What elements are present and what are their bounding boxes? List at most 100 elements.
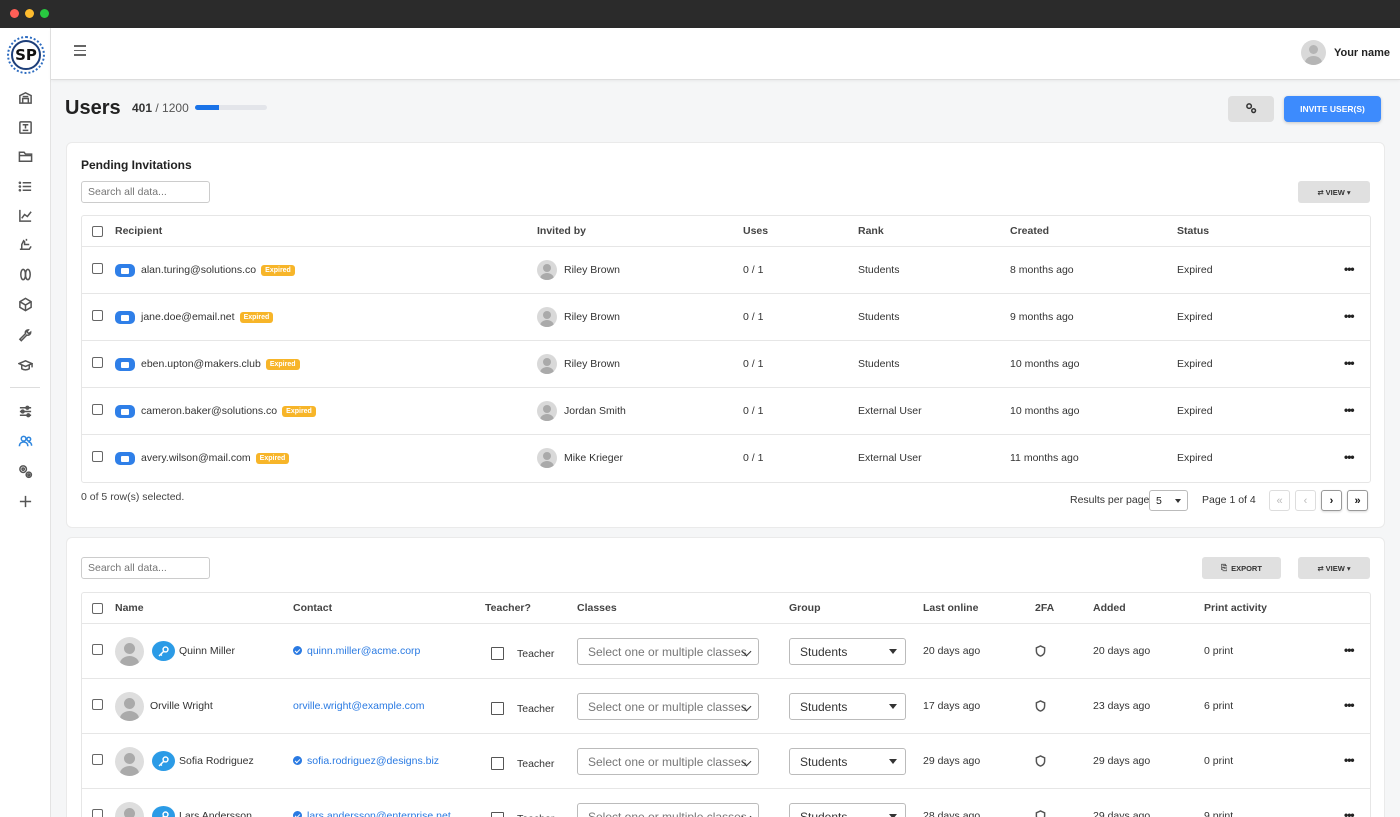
row-checkbox[interactable] bbox=[92, 263, 103, 274]
table-row[interactable]: avery.wilson@mail.com Expired Mike Kriege… bbox=[82, 435, 1370, 482]
added: 29 days ago bbox=[1093, 810, 1151, 817]
table-row[interactable]: cameron.baker@solutions.co Expired Jordan… bbox=[82, 388, 1370, 435]
app-logo[interactable]: SP bbox=[7, 36, 45, 74]
menu-icon[interactable] bbox=[74, 45, 88, 59]
table-row[interactable]: eben.upton@makers.club Expired Riley Brow… bbox=[82, 341, 1370, 388]
gears-icon[interactable] bbox=[16, 462, 34, 480]
teacher-checkbox[interactable] bbox=[491, 702, 504, 715]
maximize-window-button[interactable] bbox=[40, 9, 49, 18]
table-row[interactable]: Sofia Rodriguez sofia.rodriguez@designs.… bbox=[82, 734, 1370, 789]
cube-icon[interactable] bbox=[16, 295, 34, 313]
user-menu[interactable]: Your name bbox=[1300, 40, 1390, 65]
view-options-button[interactable]: ⇄ VIEW ▾ bbox=[1298, 557, 1370, 579]
last-page-button[interactable]: » bbox=[1347, 490, 1368, 511]
table-row[interactable]: Quinn Miller quinn.miller@acme.corp Teac… bbox=[82, 624, 1370, 679]
table-row[interactable]: alan.turing@solutions.co Expired Riley Br… bbox=[82, 247, 1370, 294]
row-checkbox[interactable] bbox=[92, 699, 103, 710]
close-window-button[interactable] bbox=[10, 9, 19, 18]
settings-button[interactable] bbox=[1228, 96, 1274, 122]
contact-email[interactable]: orville.wright@example.com bbox=[293, 700, 424, 712]
table-row[interactable]: jane.doe@email.net Expired Riley Brown 0 … bbox=[82, 294, 1370, 341]
plus-icon[interactable] bbox=[16, 492, 34, 510]
group-select[interactable]: Students bbox=[789, 693, 906, 720]
row-checkbox[interactable] bbox=[92, 809, 103, 817]
folder-icon[interactable] bbox=[16, 147, 34, 165]
filament-icon[interactable] bbox=[16, 265, 34, 283]
more-options-icon[interactable]: ••• bbox=[1344, 808, 1355, 817]
recipient-email: jane.doe@email.net Expired bbox=[141, 311, 274, 323]
row-checkbox[interactable] bbox=[92, 754, 103, 765]
column-header[interactable]: Recipient bbox=[115, 225, 162, 237]
column-header[interactable]: Rank bbox=[858, 225, 884, 237]
chart-icon[interactable] bbox=[16, 206, 34, 224]
column-header[interactable]: Teacher? bbox=[485, 602, 531, 614]
contact-email[interactable]: sofia.rodriguez@designs.biz bbox=[293, 755, 439, 767]
more-options-icon[interactable]: ••• bbox=[1344, 698, 1355, 712]
classes-select[interactable]: Select one or multiple classes bbox=[577, 638, 759, 665]
table-row[interactable]: Lars Andersson lars.andersson@enterprise… bbox=[82, 789, 1370, 817]
group-select[interactable]: Students bbox=[789, 638, 906, 665]
previous-page-button[interactable]: ‹ bbox=[1295, 490, 1316, 511]
column-header[interactable]: Added bbox=[1093, 602, 1126, 614]
rows-per-page-select[interactable]: 5 bbox=[1149, 490, 1188, 511]
minimize-window-button[interactable] bbox=[25, 9, 34, 18]
graduation-icon[interactable] bbox=[16, 356, 34, 374]
created: 11 months ago bbox=[1010, 452, 1079, 464]
classes-select[interactable]: Select one or multiple classes bbox=[577, 748, 759, 775]
view-options-button[interactable]: ⇄ VIEW ▾ bbox=[1298, 181, 1370, 203]
column-header[interactable]: Status bbox=[1177, 225, 1209, 237]
row-checkbox[interactable] bbox=[92, 357, 103, 368]
contact-email[interactable]: lars.andersson@enterprise.net bbox=[293, 810, 451, 817]
contact-email[interactable]: quinn.miller@acme.corp bbox=[293, 645, 420, 657]
more-options-icon[interactable]: ••• bbox=[1344, 450, 1355, 464]
hand-icon[interactable] bbox=[16, 235, 34, 253]
column-header[interactable]: Uses bbox=[743, 225, 768, 237]
first-page-button[interactable]: « bbox=[1269, 490, 1290, 511]
wrench-icon[interactable] bbox=[16, 326, 34, 344]
group-select[interactable]: Students bbox=[789, 803, 906, 817]
row-checkbox[interactable] bbox=[92, 644, 103, 655]
column-header[interactable]: Name bbox=[115, 602, 144, 614]
row-checkbox[interactable] bbox=[92, 451, 103, 462]
column-header[interactable]: Print activity bbox=[1204, 602, 1267, 614]
column-header[interactable]: 2FA bbox=[1035, 602, 1054, 614]
column-header[interactable]: Last online bbox=[923, 602, 978, 614]
dashboard-icon[interactable] bbox=[16, 88, 34, 106]
more-options-icon[interactable]: ••• bbox=[1344, 356, 1355, 370]
window-titlebar bbox=[0, 0, 1400, 28]
users-icon[interactable] bbox=[16, 432, 34, 450]
table-header: Recipient Invited by Uses Rank Created S… bbox=[82, 216, 1370, 247]
teacher-checkbox[interactable] bbox=[491, 647, 504, 660]
column-header[interactable]: Created bbox=[1010, 225, 1049, 237]
row-checkbox[interactable] bbox=[92, 404, 103, 415]
pending-invitations-table: Recipient Invited by Uses Rank Created S… bbox=[81, 215, 1371, 483]
more-options-icon[interactable]: ••• bbox=[1344, 403, 1355, 417]
column-header[interactable]: Contact bbox=[293, 602, 332, 614]
more-options-icon[interactable]: ••• bbox=[1344, 753, 1355, 767]
column-header[interactable]: Group bbox=[789, 602, 821, 614]
more-options-icon[interactable]: ••• bbox=[1344, 262, 1355, 276]
view-label: VIEW bbox=[1325, 563, 1345, 573]
more-options-icon[interactable]: ••• bbox=[1344, 643, 1355, 657]
classes-select[interactable]: Select one or multiple classes bbox=[577, 803, 759, 817]
sliders-icon[interactable] bbox=[16, 402, 34, 420]
classes-select[interactable]: Select one or multiple classes bbox=[577, 693, 759, 720]
next-page-button[interactable]: › bbox=[1321, 490, 1342, 511]
teacher-checkbox[interactable] bbox=[491, 757, 504, 770]
export-button[interactable]: ⎘ EXPORT bbox=[1202, 557, 1281, 579]
teacher-checkbox[interactable] bbox=[491, 812, 504, 817]
column-header[interactable]: Invited by bbox=[537, 225, 586, 237]
column-header[interactable]: Classes bbox=[577, 602, 617, 614]
select-all-checkbox[interactable] bbox=[92, 603, 103, 614]
table-row[interactable]: Orville Wright orville.wright@example.co… bbox=[82, 679, 1370, 734]
row-checkbox[interactable] bbox=[92, 310, 103, 321]
more-options-icon[interactable]: ••• bbox=[1344, 309, 1355, 323]
invite-users-button[interactable]: INVITE USER(S) bbox=[1284, 96, 1381, 122]
avatar bbox=[537, 307, 557, 327]
select-all-checkbox[interactable] bbox=[92, 226, 103, 237]
search-input[interactable] bbox=[81, 557, 210, 579]
printer-icon[interactable] bbox=[16, 118, 34, 136]
search-input[interactable] bbox=[81, 181, 210, 203]
group-select[interactable]: Students bbox=[789, 748, 906, 775]
list-icon[interactable] bbox=[16, 177, 34, 195]
